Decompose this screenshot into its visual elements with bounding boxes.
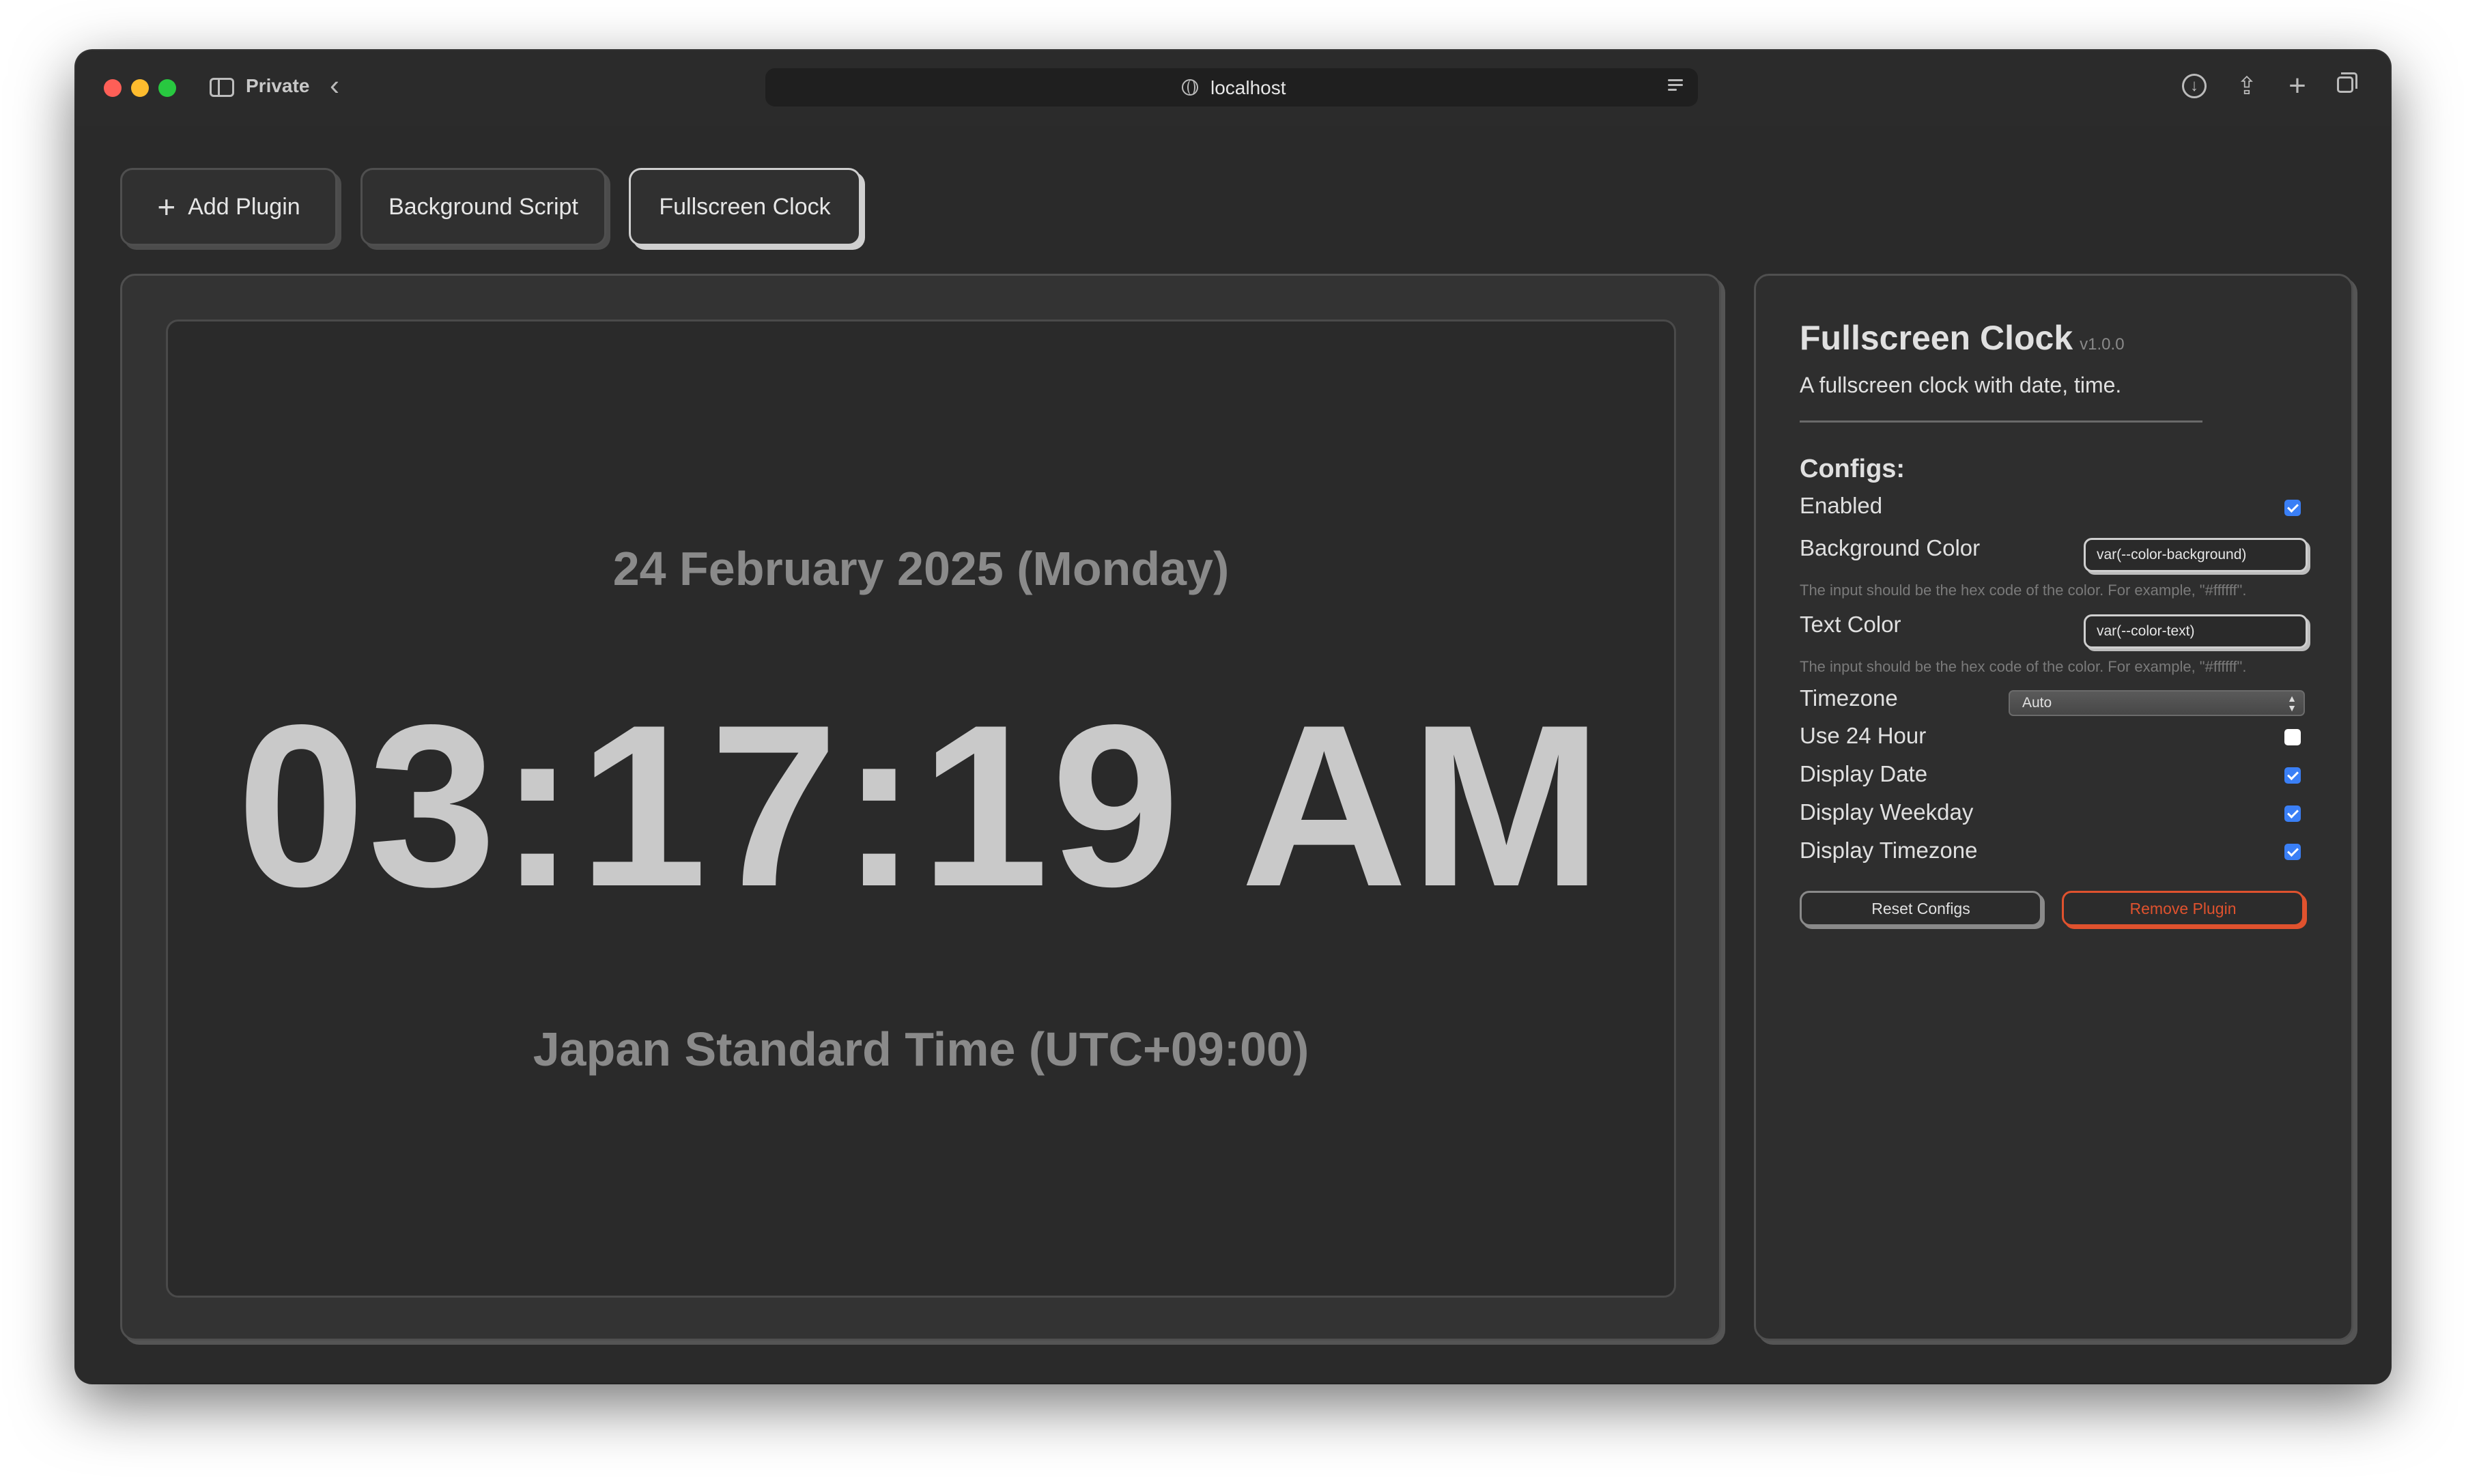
remove-plugin-button[interactable]: Remove Plugin — [2062, 891, 2304, 926]
download-icon[interactable]: ↓ — [2182, 74, 2207, 98]
configs-heading: Configs: — [1800, 455, 1905, 483]
enabled-label: Enabled — [1800, 493, 1883, 518]
add-plugin-label: Add Plugin — [188, 193, 300, 220]
background-color-input[interactable] — [2084, 538, 2308, 572]
background-script-button[interactable]: Background Script — [360, 168, 606, 246]
text-color-input[interactable] — [2084, 614, 2308, 648]
address-bar[interactable]: localhost — [765, 68, 1698, 106]
timezone-select[interactable]: Auto ▲ ▼ — [2009, 690, 2305, 716]
display-timezone-checkbox[interactable] — [2284, 844, 2301, 860]
reset-configs-label: Reset Configs — [1871, 899, 1970, 917]
timezone-selected-value: Auto — [2022, 695, 2052, 711]
plugin-title: Fullscreen Clock v1.0.0 — [1800, 318, 2125, 358]
url-text: localhost — [1210, 77, 1286, 98]
plugin-name: Fullscreen Clock — [1800, 319, 2073, 357]
display-date-label: Display Date — [1800, 761, 1928, 786]
clock-date: 24 February 2025 (Monday) — [612, 542, 1230, 595]
reset-configs-button[interactable]: Reset Configs — [1800, 891, 2042, 926]
enabled-checkbox[interactable] — [2284, 500, 2301, 516]
add-plugin-button[interactable]: + Add Plugin — [120, 168, 337, 246]
plugin-preview-panel: 24 February 2025 (Monday) 03:17:19 AM Ja… — [120, 274, 1721, 1341]
plugin-config-panel: Fullscreen Clock v1.0.0 A fullscreen cloc… — [1754, 274, 2353, 1341]
back-arrow-icon[interactable]: ‹ — [330, 71, 339, 100]
plus-icon: + — [157, 189, 176, 225]
clock-timezone: Japan Standard Time (UTC+09:00) — [533, 1023, 1309, 1076]
timezone-label: Timezone — [1800, 685, 1898, 711]
reader-mode-icon[interactable] — [1668, 79, 1683, 96]
browser-titlebar: Private ‹ localhost ↓ ⇪ + — [76, 51, 2390, 126]
divider — [1800, 420, 2202, 423]
fullscreen-clock-label: Fullscreen Clock — [659, 193, 831, 220]
select-arrows-icon: ▲ ▼ — [2287, 693, 2297, 713]
zoom-window-button[interactable] — [158, 79, 176, 97]
display-weekday-checkbox[interactable] — [2284, 805, 2301, 822]
background-script-label: Background Script — [388, 193, 578, 220]
share-icon[interactable]: ⇪ — [2233, 72, 2260, 100]
minimize-window-button[interactable] — [131, 79, 149, 97]
text-color-label: Text Color — [1800, 612, 1901, 637]
clock-time: 03:17:19 AM — [236, 676, 1605, 934]
use-24-hour-label: Use 24 Hour — [1800, 723, 1927, 748]
sidebar-toggle-icon[interactable] — [210, 78, 234, 97]
fullscreen-clock-button[interactable]: Fullscreen Clock — [629, 168, 861, 246]
display-weekday-label: Display Weekday — [1800, 799, 1974, 825]
private-mode-label: Private — [246, 75, 310, 96]
clock-preview: 24 February 2025 (Monday) 03:17:19 AM Ja… — [166, 319, 1676, 1298]
browser-window: Private ‹ localhost ↓ ⇪ + + Add Plugin B… — [76, 51, 2390, 1383]
display-date-checkbox[interactable] — [2284, 767, 2301, 784]
use-24-hour-checkbox[interactable] — [2284, 729, 2301, 745]
tab-overview-icon[interactable] — [2334, 72, 2362, 100]
display-timezone-label: Display Timezone — [1800, 838, 1978, 863]
plugin-version: v1.0.0 — [2080, 335, 2125, 354]
new-tab-icon[interactable]: + — [2284, 71, 2311, 101]
close-window-button[interactable] — [104, 79, 122, 97]
plugin-description: A fullscreen clock with date, time. — [1800, 373, 2122, 397]
globe-icon — [1182, 79, 1198, 96]
text-color-hint: The input should be the hex code of the … — [1800, 658, 2247, 675]
background-color-hint: The input should be the hex code of the … — [1800, 582, 2247, 599]
remove-plugin-label: Remove Plugin — [2129, 899, 2237, 917]
background-color-label: Background Color — [1800, 535, 1981, 560]
